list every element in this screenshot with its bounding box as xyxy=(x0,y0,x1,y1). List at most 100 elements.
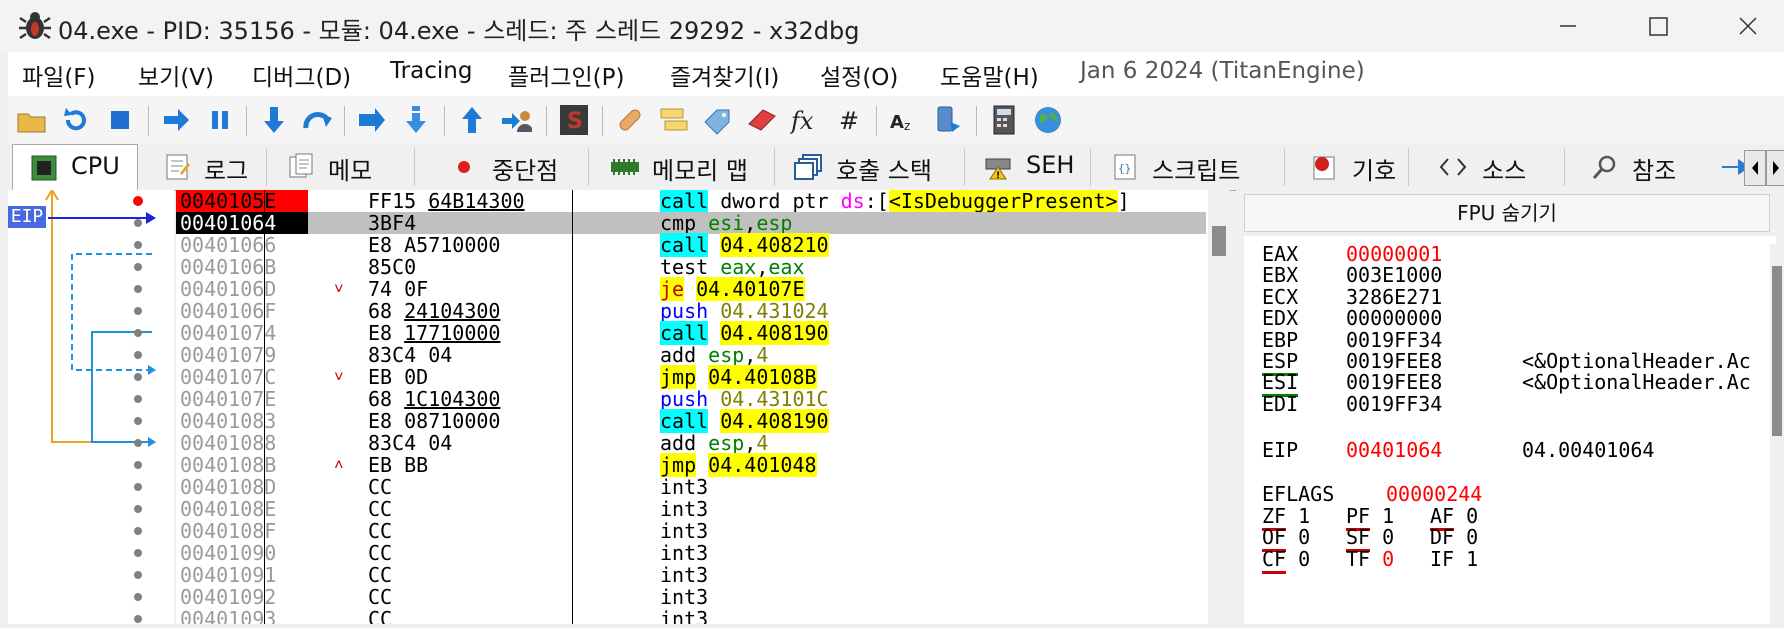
tab-source[interactable]: 소스 xyxy=(1432,144,1542,190)
register-row-esi[interactable]: ESI 0019FEE8 <&OptionalHeader.Ac xyxy=(1262,370,1751,398)
registers-scrollbar[interactable] xyxy=(1770,244,1784,624)
disasm-row[interactable]: 00401090 CC int3 xyxy=(176,542,1206,564)
register-row-edx[interactable]: EDX 00000000 xyxy=(1262,306,1522,330)
flag-pf[interactable]: PF 1 xyxy=(1346,504,1430,531)
menu-view[interactable]: 보기(V) xyxy=(138,58,214,92)
stop-icon[interactable] xyxy=(104,104,136,136)
flags-row[interactable]: CF 0 TF 0 IF 1 xyxy=(1262,546,1514,574)
breakpoint-slot-dot[interactable] xyxy=(134,417,142,425)
close-button[interactable] xyxy=(1718,6,1778,46)
disasm-row[interactable]: 00401083 E8 08710000 call 04.408190 xyxy=(176,409,1206,433)
register-row-ebx[interactable]: EBX 003E1000 xyxy=(1262,263,1522,287)
breakpoint-slot-dot[interactable] xyxy=(134,549,142,557)
breakpoint-slot-dot[interactable] xyxy=(134,571,142,579)
step-into-icon[interactable] xyxy=(258,104,290,136)
menu-help[interactable]: 도움말(H) xyxy=(940,58,1039,92)
globe-icon[interactable] xyxy=(1032,104,1064,136)
breakpoint-slot-dot[interactable] xyxy=(134,615,142,623)
menu-tracing[interactable]: Tracing xyxy=(390,58,472,84)
disasm-row[interactable]: 0040106D ˅ 74 0F je 04.40107E xyxy=(176,277,1206,301)
disassembly-scrollbar[interactable] xyxy=(1208,190,1230,624)
tab-log[interactable]: 로그 xyxy=(146,144,266,190)
flag-zf[interactable]: ZF 1 xyxy=(1262,504,1346,531)
register-row-eip[interactable]: EIP 00401064 04.00401064 xyxy=(1262,438,1654,462)
breakpoint-slot-dot[interactable] xyxy=(134,263,142,271)
register-row-ebp[interactable]: EBP 0019FF34 xyxy=(1262,328,1522,352)
disasm-row[interactable]: 0040108F CC int3 xyxy=(176,520,1206,542)
flag-sf[interactable]: SF 0 xyxy=(1346,525,1430,553)
tab-notes[interactable]: 메모 xyxy=(270,144,390,190)
menu-favourites[interactable]: 즐겨찾기(I) xyxy=(670,58,779,92)
disasm-row[interactable]: 0040107C ˅ EB 0D jmp 04.40108B xyxy=(176,365,1206,389)
breakpoint-dot[interactable] xyxy=(133,196,143,206)
tab-script[interactable]: {} 스크립트 xyxy=(1094,144,1276,190)
disasm-row[interactable]: 00401064 3BF4 cmp esi,esp xyxy=(176,212,1206,234)
disassembly-scroll-thumb[interactable] xyxy=(1212,226,1226,256)
label-icon[interactable] xyxy=(702,104,734,136)
patch-icon[interactable] xyxy=(614,104,646,136)
tab-breakpoints[interactable]: 중단점 xyxy=(434,144,584,190)
breakpoint-slot-dot[interactable] xyxy=(134,307,142,315)
menu-debug[interactable]: 디버그(D) xyxy=(252,58,351,92)
disasm-row[interactable]: 00401066 E8 A5710000 call 04.408210 xyxy=(176,233,1206,257)
flag-af[interactable]: AF 0 xyxy=(1430,504,1514,531)
function-icon[interactable]: fx xyxy=(790,104,822,136)
flag-df[interactable]: DF 0 xyxy=(1430,525,1514,549)
tab-symbols[interactable]: 기호 xyxy=(1294,144,1404,190)
disasm-row[interactable]: 00401079 83C4 04 add esp,4 xyxy=(176,344,1206,366)
menu-plugins[interactable]: 플러그인(P) xyxy=(508,58,624,92)
disasm-row[interactable]: 0040106B 85C0 test eax,eax xyxy=(176,256,1206,278)
tab-call-stack[interactable]: 호출 스택 xyxy=(778,144,960,190)
run-icon[interactable] xyxy=(160,104,192,136)
tab-scroll-right-button[interactable] xyxy=(1766,150,1784,186)
disasm-row[interactable]: 00401093 CC int3 xyxy=(176,608,1206,624)
bookmark-icon[interactable] xyxy=(746,104,778,136)
breakpoint-slot-dot[interactable] xyxy=(134,285,142,293)
device-icon[interactable] xyxy=(932,104,964,136)
breakpoint-slot-dot[interactable] xyxy=(134,219,142,227)
disasm-row[interactable]: 00401074 E8 17710000 call 04.408190 xyxy=(176,321,1206,345)
flags-row[interactable]: ZF 1 PF 1 AF 0 xyxy=(1262,504,1514,531)
breakpoint-slot-dot[interactable] xyxy=(134,241,142,249)
calculator-icon[interactable] xyxy=(988,104,1020,136)
breakpoint-slot-dot[interactable] xyxy=(134,527,142,535)
flag-tf[interactable]: TF 0 xyxy=(1346,547,1430,571)
register-row-esp[interactable]: ESP 0019FEE8 <&OptionalHeader.Ac xyxy=(1262,349,1751,376)
register-row-eflags[interactable]: EFLAGS 00000244 xyxy=(1262,482,1562,506)
registers-view[interactable]: EAX 00000001 EBX 003E1000 ECX 3286E271 EDX 0000… xyxy=(1244,236,1776,624)
menu-file[interactable]: 파일(F) xyxy=(22,58,96,92)
step-over-icon[interactable] xyxy=(302,104,334,136)
breakpoint-slot-dot[interactable] xyxy=(134,505,142,513)
tab-references[interactable]: 참조 xyxy=(1574,144,1694,190)
hash-icon[interactable]: # xyxy=(834,104,866,136)
register-row-ecx[interactable]: ECX 3286E271 xyxy=(1262,285,1522,309)
trace-over-icon[interactable] xyxy=(400,104,432,136)
menu-options[interactable]: 설정(O) xyxy=(820,58,898,92)
breakpoint-slot-dot[interactable] xyxy=(134,373,142,381)
registers-scroll-thumb[interactable] xyxy=(1772,266,1782,436)
font-icon[interactable]: Az xyxy=(888,104,920,136)
flag-if[interactable]: IF 1 xyxy=(1430,547,1514,571)
disasm-row[interactable]: 00401092 CC int3 xyxy=(176,586,1206,608)
register-row-edi[interactable]: EDI 0019FF34 xyxy=(1262,392,1522,416)
tab-seh[interactable]: ! SEH xyxy=(968,144,1086,190)
tab-cpu[interactable]: CPU xyxy=(12,144,138,191)
comment-icon[interactable] xyxy=(658,104,690,136)
disasm-row[interactable]: 00401091 CC int3 xyxy=(176,564,1206,586)
disasm-row[interactable]: 0040108B ˄ EB BB jmp 04.401048 xyxy=(176,453,1206,477)
breakpoint-slot-dot[interactable] xyxy=(134,395,142,403)
flag-of[interactable]: OF 0 xyxy=(1262,525,1346,553)
script-icon[interactable]: S xyxy=(558,104,590,136)
disassembly-view[interactable]: 0040105E FF15 64B14300 call dword ptr ds:[… xyxy=(176,190,1220,624)
execute-till-return-icon[interactable] xyxy=(456,104,488,136)
run-to-user-code-icon[interactable] xyxy=(500,104,532,136)
breakpoint-slot-dot[interactable] xyxy=(134,483,142,491)
flags-row[interactable]: OF 0 SF 0 DF 0 xyxy=(1262,525,1514,553)
disasm-row[interactable]: 0040108D CC int3 xyxy=(176,476,1206,498)
breakpoint-slot-dot[interactable] xyxy=(134,351,142,359)
hide-fpu-button[interactable]: FPU 숨기기 xyxy=(1244,194,1770,232)
open-icon[interactable] xyxy=(16,104,48,136)
disasm-row[interactable]: 0040107E 68 1C104300 push 04.43101C xyxy=(176,388,1206,410)
breakpoint-slot-dot[interactable] xyxy=(134,329,142,337)
maximize-button[interactable] xyxy=(1628,6,1688,46)
